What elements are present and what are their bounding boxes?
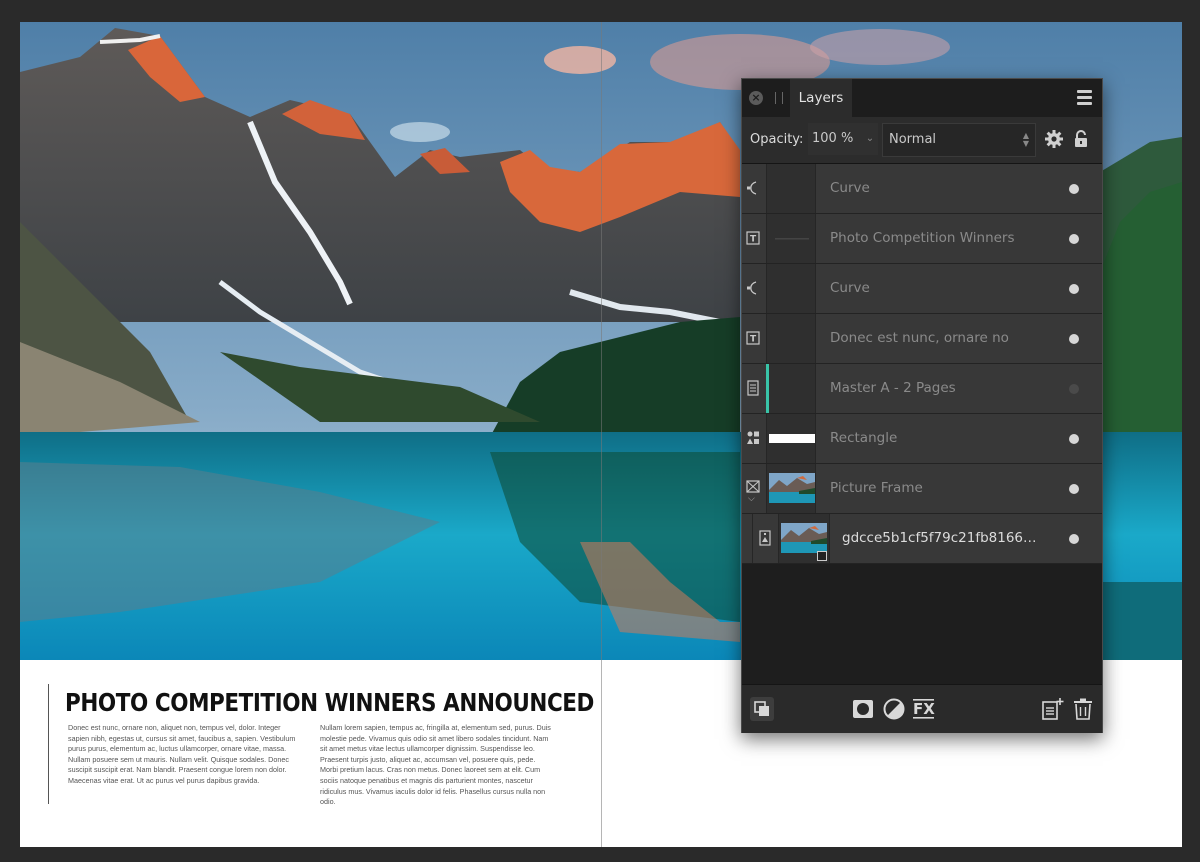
opacity-input[interactable]: 100 % [808, 123, 864, 155]
body-text-column-1[interactable]: Donec est nunc, ornare non, aliquet non,… [68, 723, 300, 787]
opacity-label: Opacity: [750, 132, 804, 147]
master-page-icon [746, 380, 760, 396]
layer-row[interactable]: ⌵ Picture Frame [742, 464, 1102, 514]
tab-layers[interactable]: Layers [790, 79, 852, 117]
image-icon [758, 530, 772, 546]
layer-thumbnail [766, 164, 816, 213]
blend-mode-select[interactable]: Normal ▲ ▼ [882, 123, 1036, 157]
layer-options-bar: Opacity: 100 % ⌄ Normal ▲ ▼ [742, 117, 1102, 164]
svg-text:T: T [750, 335, 757, 345]
layer-thumbnail [778, 514, 830, 563]
visibility-toggle-icon[interactable] [1069, 184, 1079, 194]
blend-mode-value: Normal [889, 132, 937, 147]
visibility-toggle-icon[interactable] [1069, 534, 1079, 544]
layer-row[interactable]: Curve [742, 164, 1102, 214]
layer-name: Rectangle [830, 430, 898, 446]
layer-thumbnail [766, 264, 816, 313]
child-indent-line [752, 514, 753, 563]
page-spine [601, 22, 602, 847]
panel-bottom-toolbar: FX [742, 684, 1102, 733]
layer-thumbnail [766, 414, 816, 463]
layer-thumbnail [766, 314, 816, 363]
curve-icon [746, 280, 760, 296]
body-text-column-2[interactable]: Nullam lorem sapien, tempus ac, fringill… [320, 723, 552, 808]
visibility-toggle-icon[interactable] [1069, 384, 1079, 394]
layer-row[interactable]: Master A - 2 Pages [742, 364, 1102, 414]
visibility-toggle-icon[interactable] [1069, 284, 1079, 294]
trash-icon[interactable] [1071, 697, 1095, 721]
layer-thumbnail [766, 214, 816, 263]
layer-name: Curve [830, 180, 870, 196]
updown-chevron-icon: ▲ ▼ [1022, 131, 1029, 148]
layer-row[interactable]: gdcce5b1cf5f79c21fb8166… [742, 514, 1102, 564]
layer-row[interactable]: Rectangle [742, 414, 1102, 464]
arrange-icon[interactable] [750, 697, 774, 721]
layer-name: Picture Frame [830, 480, 923, 496]
layer-name: Curve [830, 280, 870, 296]
selection-accent [766, 364, 769, 413]
visibility-toggle-icon[interactable] [1069, 334, 1079, 344]
visibility-toggle-icon[interactable] [1069, 234, 1079, 244]
expand-chevron-icon[interactable]: ⌵ [748, 494, 755, 504]
layer-row[interactable]: T Photo Competition Winners [742, 214, 1102, 264]
layer-row[interactable]: Curve [742, 264, 1102, 314]
svg-text:T: T [750, 235, 757, 245]
visibility-toggle-icon[interactable] [1069, 484, 1079, 494]
text-frame-icon: T [746, 330, 760, 346]
layers-panel: × Layers Opacity: 100 % ⌄ Normal ▲ ▼ Curv… [741, 78, 1103, 733]
layer-thumbnail [766, 364, 816, 413]
mask-icon[interactable] [851, 697, 875, 721]
panel-titlebar[interactable]: × Layers [742, 79, 1102, 117]
close-icon[interactable]: × [749, 91, 763, 105]
article-rule [48, 684, 49, 804]
layer-name: gdcce5b1cf5f79c21fb8166… [842, 530, 1037, 546]
hamburger-menu-icon[interactable] [1077, 90, 1092, 106]
linked-badge-icon [817, 551, 827, 561]
text-frame-icon: T [746, 230, 760, 246]
add-page-icon[interactable] [1040, 697, 1064, 721]
drag-handle-icon[interactable] [775, 92, 783, 104]
layer-name: Donec est nunc, ornare no [830, 330, 1009, 346]
layer-name: Master A - 2 Pages [830, 380, 956, 396]
gear-icon[interactable] [1043, 128, 1065, 150]
svg-text:FX: FX [913, 700, 935, 718]
lock-icon[interactable] [1070, 128, 1092, 150]
article-headline[interactable]: PHOTO COMPETITION WINNERS ANNOUNCED [65, 688, 594, 717]
curve-icon [746, 180, 760, 196]
layer-thumbnail [766, 464, 816, 513]
fx-icon[interactable]: FX [912, 697, 936, 721]
adjustment-icon[interactable] [882, 697, 906, 721]
visibility-toggle-icon[interactable] [1069, 434, 1079, 444]
opacity-dropdown-icon[interactable]: ⌄ [862, 123, 878, 155]
layer-name: Photo Competition Winners [830, 230, 1015, 246]
shape-icon [746, 430, 760, 446]
layer-row[interactable]: T Donec est nunc, ornare no [742, 314, 1102, 364]
